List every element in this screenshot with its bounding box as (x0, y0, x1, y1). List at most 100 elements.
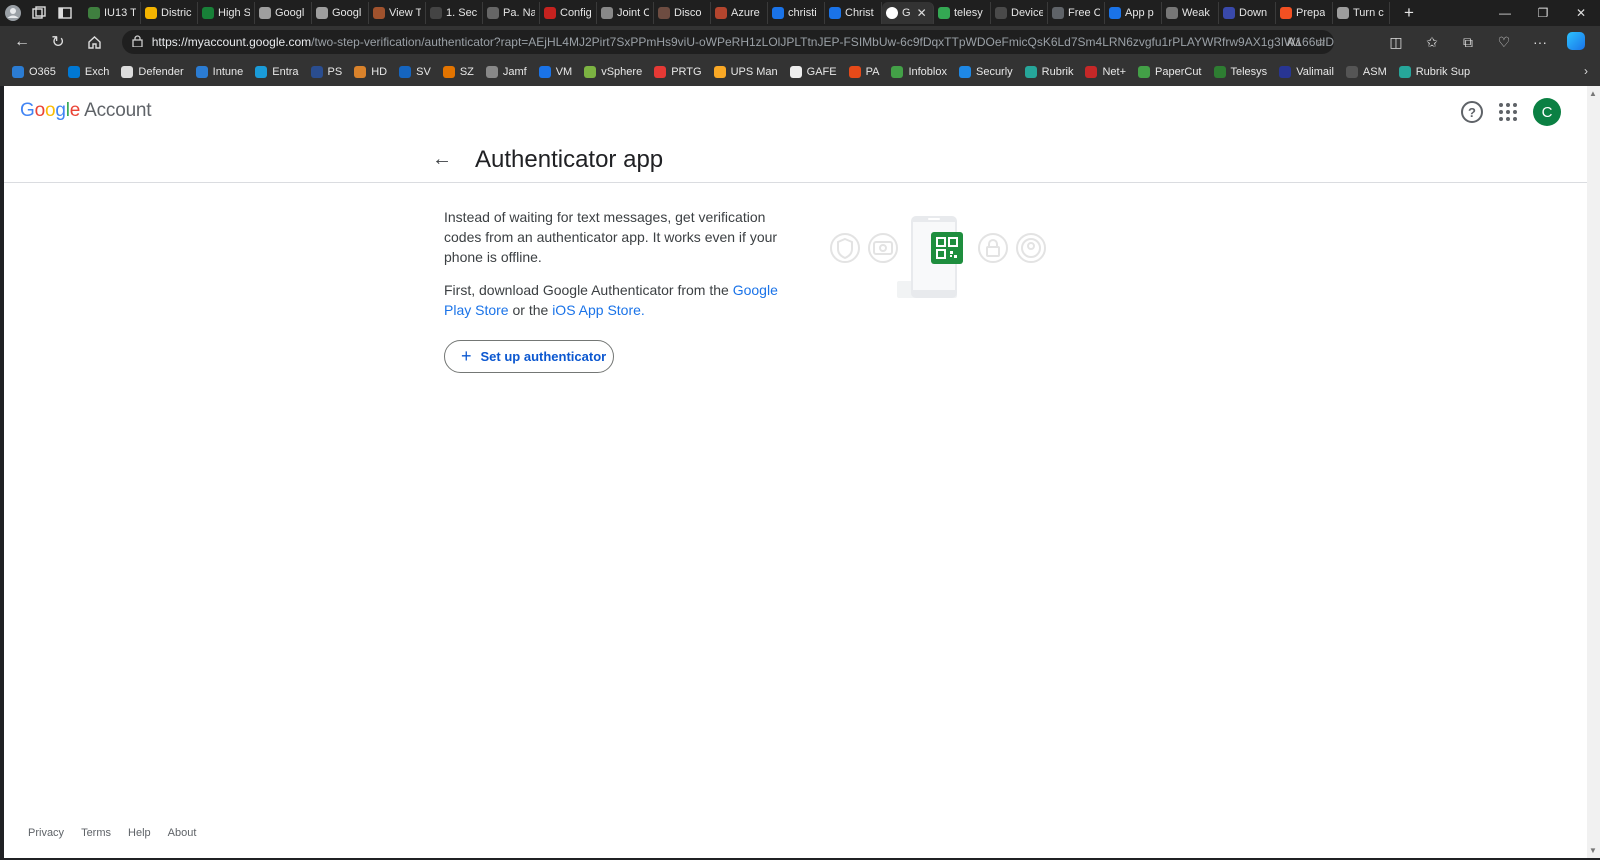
browser-tab[interactable]: Distric (141, 2, 198, 24)
bookmark-item[interactable]: HD (354, 66, 387, 78)
bookmark-item[interactable]: Telesys (1213, 66, 1267, 78)
footer-link[interactable]: Help (128, 827, 151, 839)
set-up-authenticator-button[interactable]: + Set up authenticator (444, 340, 614, 373)
browser-tab[interactable]: christi (768, 2, 825, 24)
tab-label: View T (389, 7, 421, 19)
footer-link[interactable]: About (168, 827, 197, 839)
browser-tab[interactable]: Weak (1162, 2, 1219, 24)
home-icon[interactable] (76, 26, 112, 58)
browser-tab-active[interactable]: G ✕ (882, 2, 934, 24)
browser-tab[interactable]: Joint C (597, 2, 654, 24)
help-icon[interactable]: ? (1461, 101, 1483, 123)
bookmark-item[interactable]: O365 (12, 66, 56, 78)
browser-tab[interactable]: Down (1219, 2, 1276, 24)
account-word: Account (84, 100, 152, 121)
close-window-icon[interactable]: ✕ (1562, 0, 1600, 26)
browser-tab[interactable]: Googl (255, 2, 312, 24)
bookmark-label: Securly (975, 66, 1013, 78)
restore-icon[interactable]: ❐ (1524, 0, 1562, 26)
ios-app-store-link[interactable]: iOS App Store (552, 302, 641, 318)
bookmark-item[interactable]: Defender (121, 66, 184, 78)
bookmark-label: O365 (29, 66, 56, 78)
bookmarks-overflow-icon[interactable]: › (1584, 64, 1588, 78)
bookmark-favicon-icon (1345, 66, 1358, 78)
bookmark-item[interactable]: VM (538, 66, 572, 78)
bookmark-item[interactable]: UPS Man (713, 66, 778, 78)
bookmark-favicon-icon (538, 66, 551, 78)
browser-tab[interactable]: telesy (934, 2, 991, 24)
browser-tab[interactable]: Turn c (1333, 2, 1390, 24)
qr-code-icon (931, 232, 963, 264)
bookmark-item[interactable]: Rubrik (1024, 66, 1073, 78)
browser-tab[interactable]: Prepa (1276, 2, 1333, 24)
bookmark-item[interactable]: PS (310, 66, 343, 78)
bookmark-favicon-icon (654, 66, 667, 78)
avatar[interactable]: C (1533, 98, 1561, 126)
browser-toolbar: ← ↻ https://myaccount.google.com /two-st… (0, 26, 1600, 58)
bookmark-item[interactable]: Intune (195, 66, 243, 78)
bookmark-item[interactable]: vSphere (584, 66, 642, 78)
bookmark-favicon-icon (848, 66, 861, 78)
browser-tab[interactable]: High S (198, 2, 255, 24)
google-account-logo[interactable]: Google Account (20, 100, 152, 122)
lock-icon[interactable] (132, 34, 152, 50)
browser-tab[interactable]: 1. Sec (426, 2, 483, 24)
bookmark-item[interactable]: Jamf (485, 66, 527, 78)
bookmark-item[interactable]: Entra (255, 66, 299, 78)
bookmark-label: PRTG (671, 66, 702, 78)
bookmark-label: PS (327, 66, 343, 78)
tab-actions-icon[interactable] (52, 0, 78, 26)
address-bar[interactable]: https://myaccount.google.com /two-step-v… (122, 30, 1334, 54)
browser-tab[interactable]: Device (991, 2, 1048, 24)
bookmark-label: Jamf (502, 66, 527, 78)
bookmark-item[interactable]: PRTG (654, 66, 702, 78)
close-tab-icon[interactable]: ✕ (917, 6, 927, 20)
footer-link[interactable]: Privacy (28, 827, 64, 839)
browser-tab[interactable]: IU13 T (84, 2, 141, 24)
bookmark-item[interactable]: ASM (1345, 66, 1387, 78)
workspaces-icon[interactable] (26, 0, 52, 26)
new-tab-button[interactable]: + (1396, 2, 1422, 24)
browser-tab[interactable]: Disco (654, 2, 711, 24)
footer-link[interactable]: Terms (81, 827, 111, 839)
bookmark-item[interactable]: Valimail (1279, 66, 1334, 78)
browser-tab[interactable]: Config (540, 2, 597, 24)
bookmark-item[interactable]: Exch (67, 66, 109, 78)
extensions-icon[interactable]: ♡ (1486, 34, 1522, 51)
minimize-icon[interactable]: — (1486, 0, 1524, 26)
bookmark-item[interactable]: Securly (958, 66, 1013, 78)
copilot-icon[interactable] (1558, 31, 1594, 53)
google-apps-icon[interactable] (1497, 101, 1519, 123)
bookmark-item[interactable]: SZ (442, 66, 474, 78)
scroll-down-icon[interactable]: ▼ (1589, 846, 1597, 855)
browser-tab[interactable]: Christ (825, 2, 882, 24)
favorites-icon[interactable]: ✩ (1414, 34, 1450, 51)
collections-icon[interactable]: ⧉ (1450, 34, 1486, 51)
browser-tab[interactable]: Pa. Na (483, 2, 540, 24)
bookmark-item[interactable]: PA (848, 66, 879, 78)
read-aloud-icon[interactable]: Aʌ (1287, 35, 1301, 49)
page-scrollbar[interactable]: ▲ ▼ (1587, 86, 1600, 858)
browser-tab[interactable]: Googl (312, 2, 369, 24)
settings-menu-icon[interactable]: ··· (1522, 34, 1558, 50)
browser-tab[interactable]: Free C (1048, 2, 1105, 24)
bookmark-item[interactable]: Infoblox (891, 66, 947, 78)
browser-tab[interactable]: Azure (711, 2, 768, 24)
profile-icon[interactable] (0, 0, 26, 26)
bookmark-label: ASM (1362, 66, 1387, 78)
split-screen-icon[interactable]: ◫ (1378, 34, 1414, 51)
back-icon[interactable]: ← (4, 26, 40, 58)
bookmark-item[interactable]: GAFE (789, 66, 837, 78)
back-arrow-icon[interactable]: ← (432, 148, 452, 171)
browser-tab[interactable]: App p (1105, 2, 1162, 24)
tab-label: Pa. Na (503, 7, 535, 19)
bookmark-item[interactable]: Rubrik Sup (1398, 66, 1470, 78)
bookmark-item[interactable]: SV (399, 66, 431, 78)
bookmark-item[interactable]: PaperCut (1138, 66, 1202, 78)
favorite-star-icon[interactable]: ☆ (1315, 35, 1326, 49)
browser-tab[interactable]: View T (369, 2, 426, 24)
scroll-up-icon[interactable]: ▲ (1589, 89, 1597, 98)
bookmark-item[interactable]: Net+ (1085, 66, 1126, 78)
refresh-icon[interactable]: ↻ (40, 26, 76, 58)
tab-favicon-icon (1280, 7, 1292, 19)
